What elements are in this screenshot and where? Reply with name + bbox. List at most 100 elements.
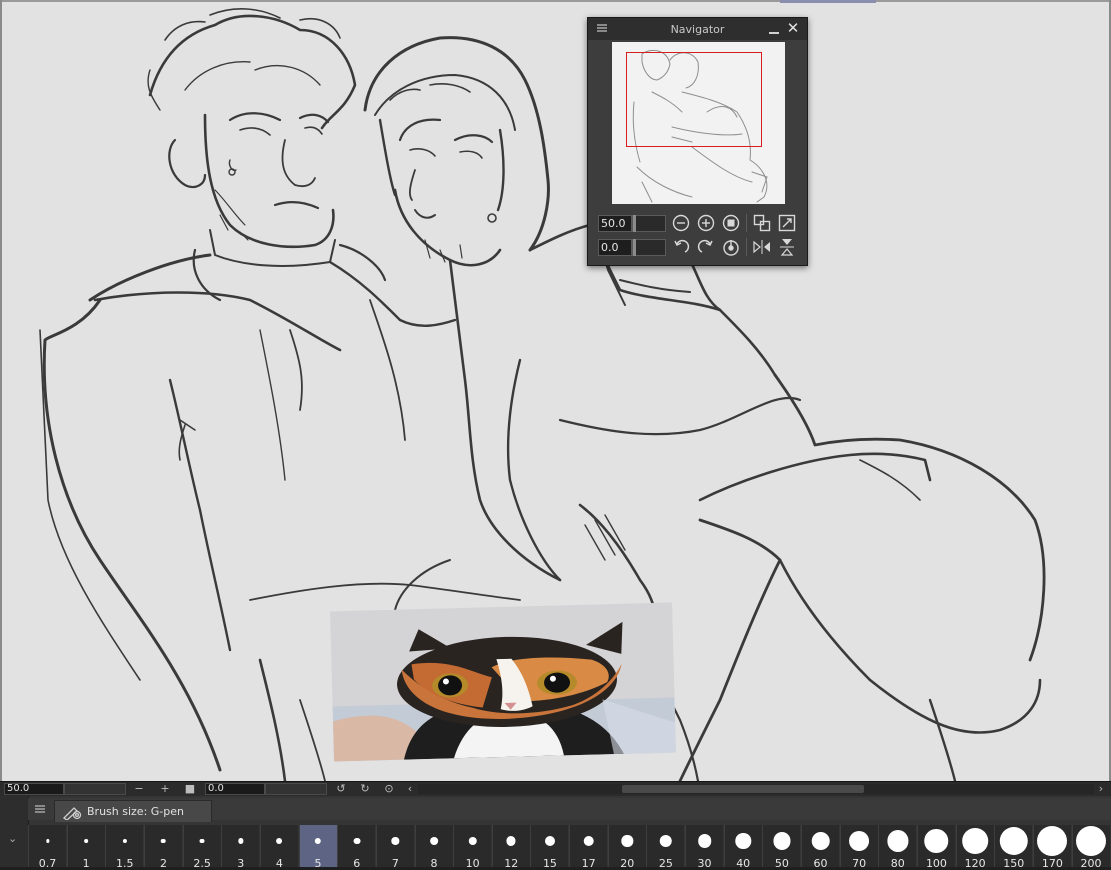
- brush-size-preview-dot: [353, 837, 361, 845]
- rotate-left-icon[interactable]: ↺: [334, 782, 348, 796]
- brush-size-preview-dot: [314, 837, 322, 845]
- zoom-slider[interactable]: [632, 214, 666, 232]
- fit-to-window-icon[interactable]: [752, 213, 772, 233]
- brush-size-preview-dot: [122, 838, 127, 844]
- brush-size-preview-dot: [199, 838, 205, 844]
- brush-size-label: 3: [237, 857, 245, 870]
- brush-size-label: 15: [542, 857, 557, 870]
- navigator-preview[interactable]: [612, 42, 785, 204]
- navigator-title: Navigator: [670, 22, 725, 36]
- brush-size-option-17[interactable]: 17: [569, 825, 608, 870]
- brush-size-option-80[interactable]: 80: [878, 825, 917, 870]
- zoom-out-icon[interactable]: [671, 213, 691, 233]
- reset-rotation-icon[interactable]: ⊙: [382, 782, 396, 796]
- brush-size-option-60[interactable]: 60: [801, 825, 839, 870]
- tab-brush-size[interactable]: Brush size: G-pen: [54, 800, 212, 822]
- menu-icon[interactable]: [597, 24, 607, 32]
- reset-rotation-icon[interactable]: [721, 237, 741, 257]
- navigator-rotate-row: 0.0: [598, 237, 797, 257]
- brush-size-preview-dot: [45, 839, 50, 843]
- brush-size-preview-dot: [697, 834, 712, 848]
- rotation-slider[interactable]: [265, 783, 327, 795]
- panel-collapse-strip[interactable]: ⌄: [0, 796, 29, 867]
- brush-size-option-10[interactable]: 10: [453, 825, 492, 870]
- brush-size-label: 7: [391, 857, 399, 870]
- cat-photo-image: [330, 602, 676, 762]
- chevron-down-icon[interactable]: ⌄: [8, 832, 17, 845]
- brush-size-option-40[interactable]: 40: [723, 825, 762, 870]
- zoom-value-field[interactable]: 50.0: [4, 783, 64, 795]
- brush-size-label: 70: [852, 857, 867, 870]
- brush-size-option-7[interactable]: 7: [375, 825, 414, 870]
- reset-zoom-icon[interactable]: [721, 213, 741, 233]
- brush-size-option-3[interactable]: 3: [221, 825, 260, 870]
- menu-icon[interactable]: [35, 805, 45, 813]
- brush-size-option-20[interactable]: 20: [607, 825, 646, 870]
- brush-size-option-150[interactable]: 150: [994, 825, 1033, 870]
- rotation-value-field[interactable]: 0.0: [205, 783, 265, 795]
- brush-size-option-200[interactable]: 200: [1071, 825, 1110, 870]
- toolbar-separator: [746, 238, 747, 256]
- cat-face-illustration: [330, 602, 676, 762]
- scroll-right-arrow[interactable]: ›: [1095, 782, 1107, 796]
- brush-size-label: 0.7: [38, 857, 57, 870]
- canvas-status-bar: 50.0 − + ■ 0.0 ↺ ↻ ⊙ ‹ ›: [0, 781, 1111, 796]
- brush-size-label: 40: [736, 857, 751, 870]
- brush-size-label: 100: [925, 857, 947, 870]
- navigator-panel[interactable]: Navigator ✕ 50.0 0.0: [587, 17, 808, 266]
- brush-size-option-100[interactable]: 100: [916, 825, 955, 870]
- brush-size-label: 1: [82, 857, 90, 870]
- brush-size-preview-dot: [276, 838, 283, 844]
- brush-size-option-0.7[interactable]: 0.7: [28, 825, 66, 870]
- brush-size-preview-dot: [84, 839, 88, 843]
- scroll-left-arrow[interactable]: ‹: [404, 782, 416, 796]
- zoom-in-button[interactable]: +: [158, 782, 172, 796]
- brush-size-option-1.5[interactable]: 1.5: [105, 825, 144, 870]
- rotate-right-icon[interactable]: ↻: [358, 782, 372, 796]
- navigator-titlebar[interactable]: Navigator ✕: [588, 18, 807, 40]
- reset-zoom-button[interactable]: ■: [184, 782, 196, 796]
- rotate-left-icon[interactable]: [671, 237, 691, 257]
- fit-navigator-icon[interactable]: [777, 213, 797, 233]
- brush-size-option-30[interactable]: 30: [685, 825, 724, 870]
- brush-size-label: 200: [1080, 857, 1102, 870]
- brush-size-label: 170: [1041, 857, 1063, 870]
- brush-size-option-170[interactable]: 170: [1032, 825, 1071, 870]
- brush-size-preview-dot: [735, 833, 751, 849]
- rotation-field[interactable]: 0.0: [598, 238, 632, 256]
- brush-size-option-5[interactable]: 5: [298, 825, 337, 870]
- brush-size-option-8[interactable]: 8: [414, 825, 453, 870]
- brush-size-option-15[interactable]: 15: [530, 825, 569, 870]
- brush-size-option-25[interactable]: 25: [646, 825, 685, 870]
- brush-size-option-70[interactable]: 70: [839, 825, 878, 870]
- brush-size-preview-dot: [430, 837, 438, 845]
- horizontal-scroll-thumb[interactable]: [622, 785, 864, 793]
- rotate-right-icon[interactable]: [696, 237, 716, 257]
- toolbar-separator: [746, 214, 747, 232]
- brush-size-preview-dot: [659, 834, 673, 848]
- close-icon[interactable]: ✕: [786, 20, 800, 36]
- navigator-viewport-frame[interactable]: [626, 52, 762, 147]
- flip-vertical-icon[interactable]: [777, 237, 797, 257]
- brush-size-option-12[interactable]: 12: [491, 825, 530, 870]
- brush-size-option-1[interactable]: 1: [66, 825, 105, 870]
- brush-size-preview-dot: [621, 835, 633, 847]
- brush-size-preview-dot: [391, 837, 399, 845]
- brush-size-preview-dot: [887, 830, 909, 852]
- zoom-field[interactable]: 50.0: [598, 214, 632, 232]
- drawing-canvas[interactable]: [0, 0, 1111, 781]
- zoom-out-button[interactable]: −: [132, 782, 146, 796]
- brush-size-option-2.5[interactable]: 2.5: [182, 825, 221, 870]
- brush-size-option-50[interactable]: 50: [762, 825, 801, 870]
- brush-size-option-120[interactable]: 120: [955, 825, 994, 870]
- brush-size-preview-dot: [1076, 826, 1107, 856]
- zoom-in-icon[interactable]: [696, 213, 716, 233]
- brush-size-option-6[interactable]: 6: [337, 825, 376, 870]
- minimize-icon[interactable]: [769, 32, 779, 34]
- brush-size-list: 0.7 1 1.5 2 2.5 3 4 5 6 7 8 10 12 15 17 20 25 30 40 50 60 70 8…: [28, 823, 1111, 870]
- brush-size-option-2[interactable]: 2: [143, 825, 182, 870]
- flip-horizontal-icon[interactable]: [752, 237, 772, 257]
- rotation-slider[interactable]: [632, 238, 666, 256]
- brush-size-option-4[interactable]: 4: [259, 825, 298, 870]
- zoom-slider[interactable]: [64, 783, 126, 795]
